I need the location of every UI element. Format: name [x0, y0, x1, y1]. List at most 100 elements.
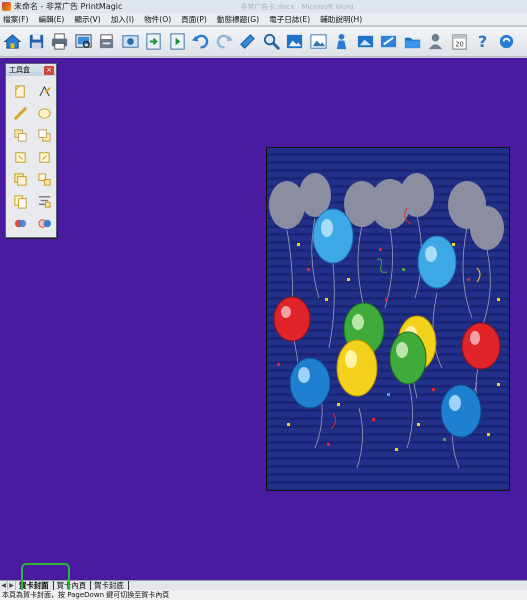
- group-icon: [13, 172, 27, 186]
- main-toolbar: 20 ?: [0, 27, 527, 57]
- balloon-card-artwork: [269, 173, 504, 469]
- menu-help[interactable]: 輔助說明(H): [317, 14, 369, 25]
- bring-front-tool[interactable]: [9, 124, 31, 146]
- gray-balloons: [269, 173, 504, 250]
- send-back-tool[interactable]: [33, 124, 55, 146]
- forward-tool[interactable]: [9, 146, 31, 168]
- window-title: 未命名 - 非常广告 PrintMagic: [14, 2, 123, 11]
- undo-button[interactable]: [190, 31, 211, 53]
- menu-edit[interactable]: 編輯(E): [35, 14, 71, 25]
- title-bar: 未命名 - 非常广告 PrintMagic 非常广告卡.docx - Micro…: [0, 0, 527, 13]
- redo-icon: [216, 34, 233, 49]
- import-button[interactable]: [143, 31, 164, 53]
- svg-text:?: ?: [478, 32, 487, 51]
- copy-icon: [13, 194, 27, 209]
- toolbox-tools: [6, 76, 56, 234]
- menu-page[interactable]: 頁面(P): [178, 14, 214, 25]
- print-button[interactable]: [49, 31, 70, 53]
- export-icon: [169, 33, 185, 50]
- calendar-button[interactable]: 20: [449, 31, 470, 53]
- line-tool[interactable]: [9, 102, 31, 124]
- person-button[interactable]: [425, 31, 446, 53]
- home-button[interactable]: [2, 31, 23, 53]
- print-preview-icon: [74, 34, 92, 48]
- help-icon: ?: [478, 32, 487, 51]
- calendar-icon: 20: [451, 34, 467, 50]
- layers-button[interactable]: [237, 31, 258, 53]
- menu-object[interactable]: 物件(O): [141, 14, 178, 25]
- forward-icon: [14, 151, 26, 163]
- backward-tool[interactable]: [33, 146, 55, 168]
- folder-icon: [404, 37, 420, 49]
- zoom-button[interactable]: [261, 31, 282, 53]
- group-tool[interactable]: [9, 168, 31, 190]
- ellipse-icon: [37, 107, 51, 119]
- toolbox-panel[interactable]: 工具盒 ×: [5, 63, 57, 238]
- effect-tool[interactable]: [33, 212, 55, 234]
- menu-view[interactable]: 顯示(V): [71, 14, 107, 25]
- picture-button[interactable]: [308, 31, 329, 53]
- tab-prev-button[interactable]: ◀: [0, 581, 8, 590]
- photo-edit-button[interactable]: [378, 31, 399, 53]
- save-icon: [29, 34, 43, 49]
- copy-tool[interactable]: [9, 190, 31, 212]
- calendar-day-label: 20: [455, 41, 463, 49]
- balloon-card[interactable]: [266, 147, 510, 491]
- picture-icon: [309, 34, 327, 49]
- clipart-button[interactable]: [331, 31, 352, 53]
- line-icon: [13, 106, 27, 120]
- backward-icon: [38, 151, 50, 163]
- help-button[interactable]: ?: [472, 31, 493, 53]
- menu-file[interactable]: 檔案(F): [0, 14, 35, 25]
- menu-bar: 檔案(F) 編輯(E) 顯示(V) 加入(I) 物件(O) 頁面(P) 動態標題…: [0, 13, 527, 26]
- toolbox-title-bar[interactable]: 工具盒 ×: [6, 64, 56, 76]
- layers-icon: [240, 34, 255, 49]
- effect-icon: [37, 218, 51, 228]
- tab-card-back[interactable]: 賀卡封底: [91, 581, 129, 590]
- align-icon: [38, 195, 51, 208]
- link-button[interactable]: [496, 31, 517, 53]
- rotate-tool[interactable]: [33, 80, 55, 102]
- toolbox-close-button[interactable]: ×: [44, 65, 54, 75]
- align-tool[interactable]: [33, 190, 55, 212]
- card-preview-button[interactable]: [120, 31, 141, 53]
- printer-setup-button[interactable]: [96, 31, 117, 53]
- clipart-icon: [336, 33, 347, 50]
- ungroup-tool[interactable]: [33, 168, 55, 190]
- status-bar: 本頁為賀卡封面，按 PageDown 鍵可切換至賀卡內頁: [0, 590, 527, 600]
- photo-edit-icon: [380, 35, 397, 48]
- export-button[interactable]: [167, 31, 188, 53]
- send-back-icon: [37, 128, 51, 142]
- zoom-icon: [263, 33, 280, 51]
- color-icon: [14, 219, 26, 227]
- undo-icon: [191, 34, 209, 49]
- color-tool[interactable]: [9, 212, 31, 234]
- ellipse-tool[interactable]: [33, 102, 55, 124]
- colored-balloons: [273, 208, 501, 438]
- print-preview-button[interactable]: [73, 31, 94, 53]
- bring-front-icon: [13, 128, 27, 142]
- toolbox-title: 工具盒: [9, 66, 30, 74]
- folder-button[interactable]: [402, 31, 423, 53]
- person-icon: [428, 33, 443, 50]
- import-icon: [146, 33, 161, 50]
- select-tool[interactable]: [9, 80, 31, 102]
- image-button[interactable]: [284, 31, 305, 53]
- save-button[interactable]: [26, 31, 47, 53]
- tab-next-button[interactable]: ▶: [8, 581, 16, 590]
- redo-button[interactable]: [214, 31, 235, 53]
- status-text: 本頁為賀卡封面，按 PageDown 鍵可切換至賀卡內頁: [2, 591, 170, 599]
- menu-insert[interactable]: 加入(I): [108, 14, 141, 25]
- card-preview-icon: [121, 35, 139, 48]
- link-icon: [499, 34, 513, 49]
- photo-button[interactable]: [355, 31, 376, 53]
- ungroup-icon: [37, 172, 51, 186]
- printer-setup-icon: [99, 34, 114, 49]
- photo-icon: [357, 35, 373, 48]
- home-icon: [3, 34, 22, 49]
- page-tabs-bar: ◀ ▶ 賀卡封面 賀卡內頁 賀卡封底: [0, 580, 527, 590]
- menu-e-journal[interactable]: 電子日誌(E): [266, 14, 317, 25]
- menu-dynamic-title[interactable]: 動態標題(G): [214, 14, 266, 25]
- image-icon: [286, 34, 303, 49]
- background-window-title: 非常广告卡.docx - Microsoft Word: [240, 2, 354, 11]
